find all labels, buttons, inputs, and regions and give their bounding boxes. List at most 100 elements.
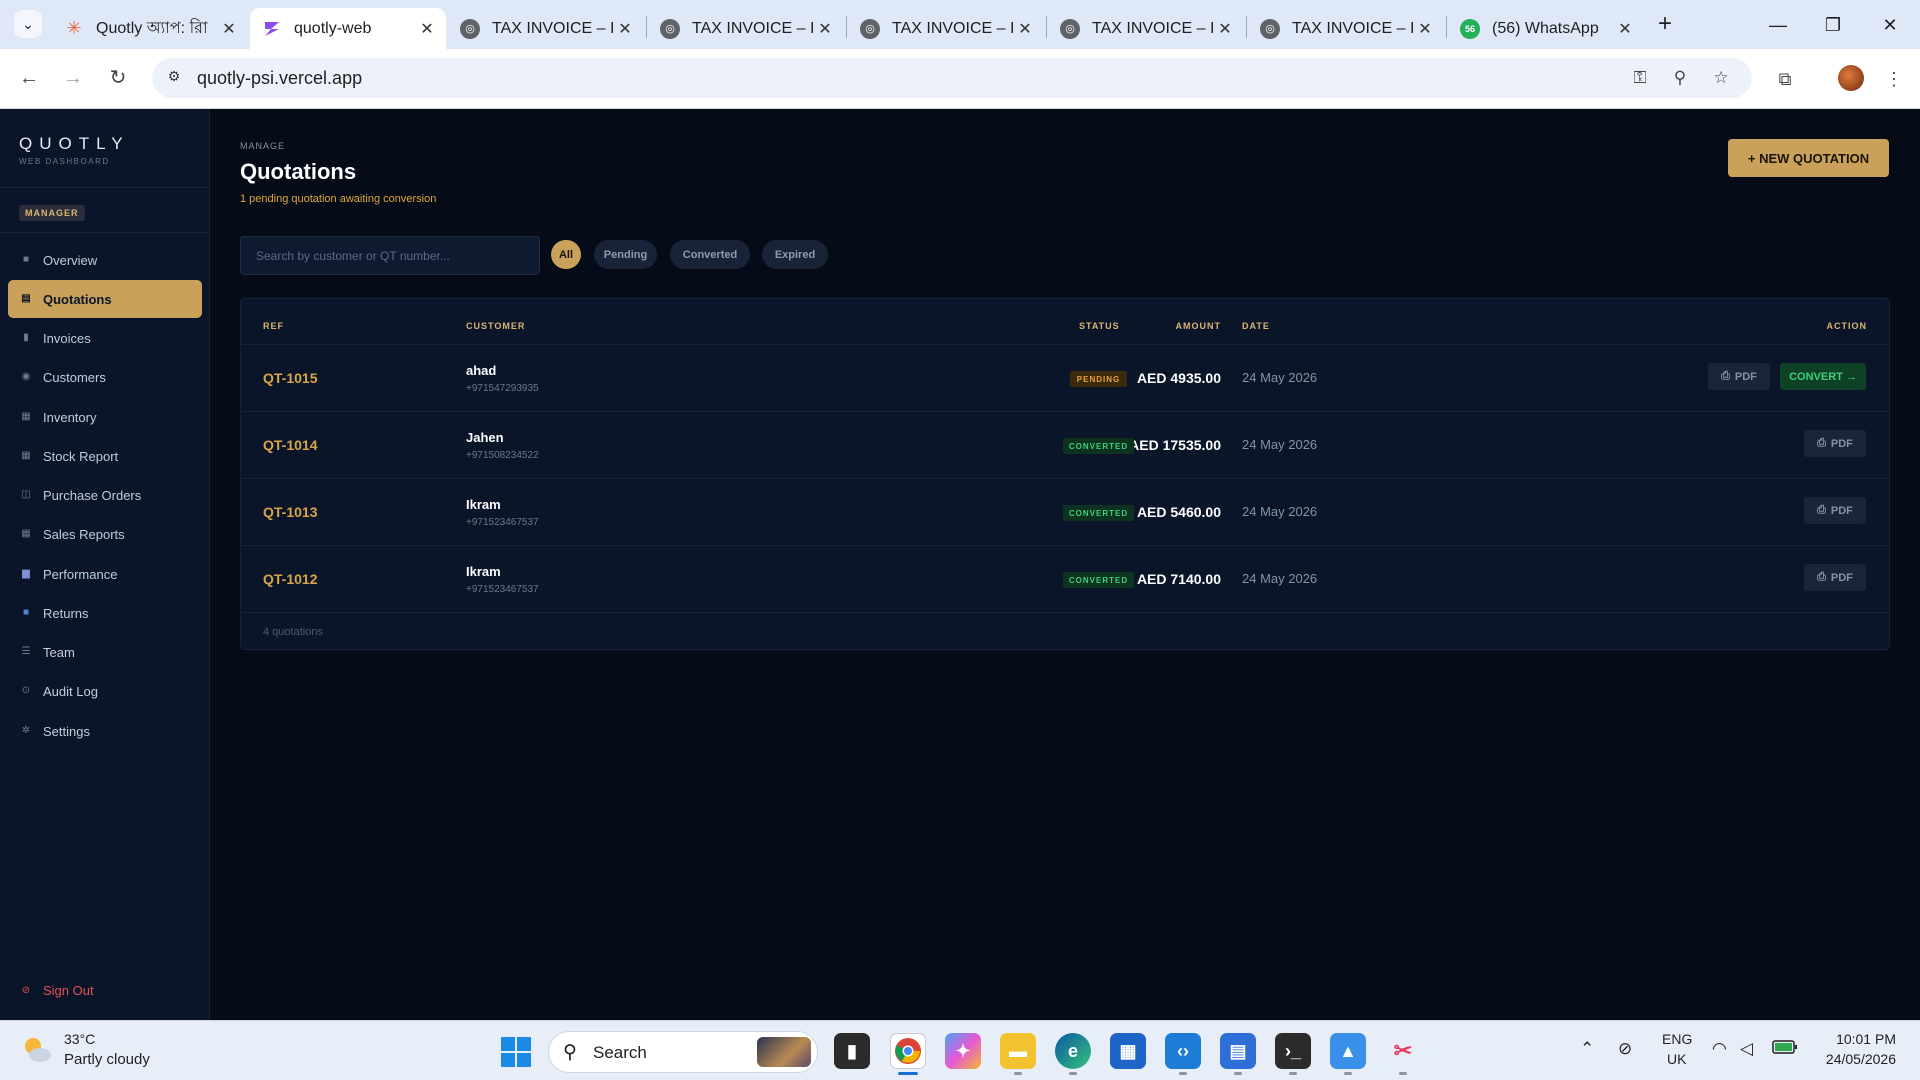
quotation-amount: AED 4935.00: [1136, 370, 1221, 386]
pdf-button[interactable]: ⎙ PDF: [1804, 564, 1866, 591]
browser-tab[interactable]: ◎ TAX INVOICE – I ✕: [848, 8, 1044, 49]
close-icon[interactable]: ✕: [1414, 19, 1436, 39]
filter-converted[interactable]: Converted: [670, 240, 750, 269]
chevron-up-icon[interactable]: ⌃: [1580, 1039, 1594, 1059]
quotation-ref[interactable]: QT-1012: [263, 571, 317, 587]
extensions-icon[interactable]: ⧉: [1771, 65, 1799, 93]
sidebar-item-sales-reports[interactable]: ▦ Sales Reports: [8, 515, 202, 553]
cloud-off-icon[interactable]: ⊘: [1618, 1039, 1632, 1059]
sidebar-item-purchase-orders[interactable]: ◫ Purchase Orders: [8, 476, 202, 514]
snipping-tool-icon[interactable]: ✂: [1385, 1033, 1421, 1069]
avatar[interactable]: [1838, 65, 1864, 91]
back-button[interactable]: ←: [14, 63, 44, 93]
browser-tab[interactable]: ◎ TAX INVOICE – I ✕: [648, 8, 844, 49]
close-icon[interactable]: ✕: [1014, 19, 1036, 39]
browser-tab-strip: ⌄ ✳ Quotly অ্যাপ: রিা ✕ quotly-web ✕ ◎ T…: [0, 0, 1920, 49]
browser-tab[interactable]: ✳ Quotly অ্যাপ: রিা ✕: [52, 8, 248, 49]
key-icon[interactable]: ⚿: [1628, 66, 1652, 90]
bookmark-star-icon[interactable]: ☆: [1709, 66, 1733, 90]
browser-tab[interactable]: ◎ TAX INVOICE – I ✕: [1248, 8, 1444, 49]
weather-icon[interactable]: [20, 1033, 54, 1067]
battery-icon[interactable]: [1772, 1039, 1798, 1060]
close-icon[interactable]: ✕: [614, 19, 636, 39]
browser-tab-active[interactable]: quotly-web ✕: [250, 8, 446, 49]
weather-description[interactable]: Partly cloudy: [64, 1051, 150, 1068]
table-row[interactable]: QT-1015 ahad +971547293935 AED 4935.00 P…: [241, 345, 1889, 411]
volume-icon[interactable]: ◁: [1740, 1039, 1753, 1059]
more-menu-icon[interactable]: ⋮: [1880, 65, 1908, 93]
zoom-icon[interactable]: ⚲: [1668, 66, 1692, 90]
quotation-ref[interactable]: QT-1015: [263, 370, 317, 386]
convert-button[interactable]: CONVERT →: [1780, 363, 1866, 390]
store-icon[interactable]: ▦: [1110, 1033, 1146, 1069]
minimize-button[interactable]: —: [1758, 10, 1798, 40]
quotation-ref[interactable]: QT-1013: [263, 504, 317, 520]
pdf-button[interactable]: ⎙ PDF: [1708, 363, 1770, 390]
new-quotation-button[interactable]: + NEW QUOTATION: [1728, 139, 1889, 177]
table-row[interactable]: QT-1012 Ikram +971523467537 AED 7140.00 …: [241, 546, 1889, 612]
close-icon[interactable]: ✕: [1214, 19, 1236, 39]
forward-button[interactable]: →: [58, 63, 88, 93]
sidebar-item-label: Invoices: [43, 330, 91, 346]
site-info-icon[interactable]: ⚙: [164, 68, 184, 88]
photos-icon[interactable]: ▲: [1330, 1033, 1366, 1069]
close-window-button[interactable]: ✕: [1870, 10, 1910, 40]
sidebar-item-stock-report[interactable]: ▦ Stock Report: [8, 437, 202, 475]
table-row[interactable]: QT-1013 Ikram +971523467537 AED 5460.00 …: [241, 479, 1889, 545]
close-icon[interactable]: ✕: [218, 19, 240, 39]
quotation-ref[interactable]: QT-1014: [263, 437, 317, 453]
chrome-icon[interactable]: [890, 1033, 926, 1069]
sidebar-item-inventory[interactable]: ▦ Inventory: [8, 398, 202, 436]
new-tab-button[interactable]: +: [1650, 10, 1680, 40]
browser-tab[interactable]: ◎ TAX INVOICE – I ✕: [1048, 8, 1244, 49]
sidebar-item-performance[interactable]: ▆ Performance: [8, 555, 202, 593]
pdf-button[interactable]: ⎙ PDF: [1804, 430, 1866, 457]
close-icon[interactable]: ✕: [1614, 19, 1636, 39]
copilot-icon[interactable]: ✦: [945, 1033, 981, 1069]
file-explorer-icon[interactable]: ▬: [1000, 1033, 1036, 1069]
taskbar-time[interactable]: 10:01 PM: [1808, 1031, 1896, 1047]
restore-button[interactable]: ❐: [1813, 10, 1853, 40]
report-icon: ▦: [21, 450, 31, 461]
sidebar-item-returns[interactable]: ■ Returns: [8, 594, 202, 632]
sidebar-item-customers[interactable]: ◉ Customers: [8, 358, 202, 396]
address-bar[interactable]: ⚙ quotly-psi.vercel.app ⚿ ⚲ ☆: [152, 58, 1752, 98]
sidebar-item-team[interactable]: ☰ Team: [8, 633, 202, 671]
whatsapp-badge: 56: [1464, 23, 1475, 34]
sidebar-item-overview[interactable]: ■ Overview: [8, 241, 202, 279]
printer-icon: ⎙: [1721, 370, 1730, 382]
language-indicator[interactable]: ENG: [1662, 1031, 1692, 1047]
filter-expired[interactable]: Expired: [762, 240, 828, 269]
bar-chart-icon: ▆: [22, 568, 30, 579]
vscode-icon[interactable]: ‹›: [1165, 1033, 1201, 1069]
terminal-icon[interactable]: ›_: [1275, 1033, 1311, 1069]
filter-pending[interactable]: Pending: [594, 240, 657, 269]
weather-temperature[interactable]: 33°C: [64, 1031, 95, 1047]
edge-icon[interactable]: e: [1055, 1033, 1091, 1069]
sidebar-item-quotations[interactable]: ▤ Quotations: [8, 280, 202, 318]
notepad-icon[interactable]: ▤: [1220, 1033, 1256, 1069]
sidebar-item-invoices[interactable]: ▮ Invoices: [8, 319, 202, 357]
taskbar-date[interactable]: 24/05/2026: [1808, 1051, 1896, 1067]
table-row[interactable]: QT-1014 Jahen +971508234522 AED 17535.00…: [241, 412, 1889, 478]
url-text[interactable]: quotly-psi.vercel.app: [197, 68, 362, 89]
browser-tab[interactable]: ◎ TAX INVOICE – I ✕: [448, 8, 644, 49]
task-view-icon[interactable]: ▮: [834, 1033, 870, 1069]
close-icon[interactable]: ✕: [814, 19, 836, 39]
chart-icon: ▦: [21, 528, 31, 539]
sidebar-item-settings[interactable]: ✲ Settings: [8, 712, 202, 750]
sidebar-item-audit-log[interactable]: ⊙ Audit Log: [8, 672, 202, 710]
wifi-icon[interactable]: ◠: [1712, 1039, 1727, 1059]
sign-out-button[interactable]: ⊘ Sign Out: [21, 983, 94, 998]
filter-all[interactable]: All: [551, 240, 581, 269]
windows-start-icon[interactable]: [500, 1036, 532, 1068]
reload-button[interactable]: ↻: [103, 63, 133, 93]
close-icon[interactable]: ✕: [416, 19, 438, 39]
taskbar-search[interactable]: ⚲ Search: [548, 1031, 818, 1073]
browser-tab[interactable]: 56 (56) WhatsApp ✕: [1448, 8, 1644, 49]
sidebar: QUOTLY WEB DASHBOARD MANAGER ■ Overview ▤…: [0, 109, 210, 1020]
pdf-button[interactable]: ⎙ PDF: [1804, 497, 1866, 524]
tab-search-button[interactable]: ⌄: [14, 10, 42, 38]
search-input[interactable]: [240, 236, 540, 275]
keyboard-layout-indicator[interactable]: UK: [1667, 1051, 1686, 1067]
